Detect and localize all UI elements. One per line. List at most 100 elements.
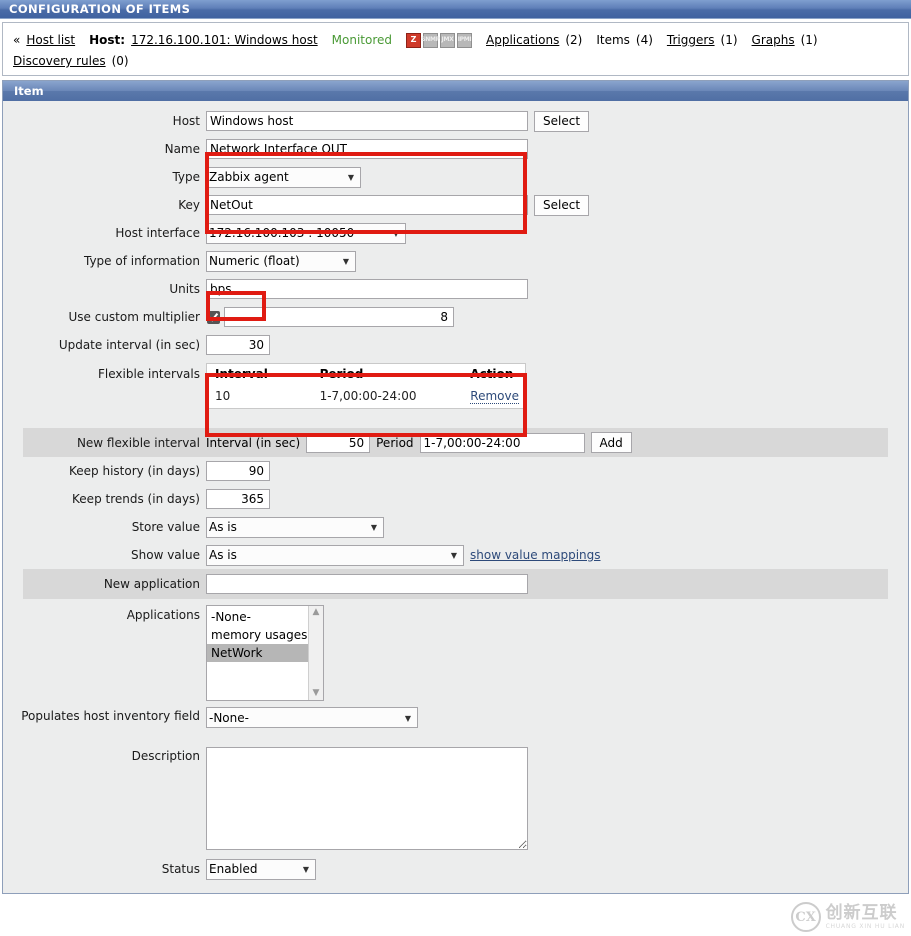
new-flexible-interval-field-label: New flexible interval [23, 436, 206, 450]
triggers-link[interactable]: Triggers [667, 33, 715, 47]
column-header-action: Action [462, 364, 525, 386]
form-row-status: Status Enabled ▼ [3, 855, 908, 883]
form-row-new-flexible-interval: New flexible interval Interval (in sec) … [23, 428, 888, 457]
form-row-flexible-intervals: Flexible intervals Interval Period Actio… [3, 359, 908, 423]
key-field-label: Key [3, 198, 206, 212]
description-textarea[interactable] [206, 747, 528, 850]
update-interval-field-controls [206, 335, 908, 355]
keep-trends-field-controls [206, 489, 908, 509]
type-of-information-select[interactable]: Numeric (float) [206, 251, 356, 272]
flexible-intervals-table: Interval Period Action 10 1-7,00:00-24:0… [206, 363, 526, 409]
cell-action: Remove [462, 385, 525, 409]
remove-interval-link[interactable]: Remove [470, 389, 519, 404]
host-interface-select[interactable]: 172.16.100.103 : 10050 [206, 223, 406, 244]
units-field-label: Units [3, 282, 206, 296]
show-value-mappings-link[interactable]: show value mappings [470, 548, 601, 562]
type-of-information-field-label: Type of information [3, 254, 206, 268]
triggers-count: (1) [721, 33, 738, 47]
discovery-rules-link[interactable]: Discovery rules [13, 54, 106, 68]
form-row-host-interface: Host interface 172.16.100.103 : 10050 ▼ [3, 219, 908, 247]
keep-history-field-label: Keep history (in days) [3, 464, 206, 478]
form-row-store-value: Store value As is ▼ [3, 513, 908, 541]
new-period-sublabel: Period [376, 436, 413, 450]
description-field-label: Description [3, 747, 206, 763]
snmp-availability-icon[interactable]: SNMP [423, 33, 438, 48]
form-row-description: Description [3, 743, 908, 855]
applications-scrollbar[interactable]: ▲ ▼ [308, 606, 323, 700]
page-title-bar: CONFIGURATION OF ITEMS [0, 0, 911, 19]
status-select[interactable]: Enabled [206, 859, 316, 880]
form-row-populates-host-inventory: Populates host inventory field -None- ▼ [3, 703, 908, 743]
jmx-availability-icon[interactable]: JMX [440, 33, 455, 48]
description-field-controls [206, 747, 908, 850]
populates-host-inventory-select-wrapper: -None- ▼ [206, 707, 418, 728]
watermark: CX 创新互联 CHUANG XIN HU LIAN [791, 902, 905, 932]
populates-host-inventory-field-label: Populates host inventory field [3, 705, 206, 724]
keep-history-input[interactable] [206, 461, 270, 481]
applications-option-list: -None- memory usages NetWork [207, 606, 323, 662]
populates-host-inventory-field-controls: -None- ▼ [206, 705, 908, 728]
form-row-key: Key Select [3, 191, 908, 219]
form-row-host: Host Select [3, 107, 908, 135]
back-chevron-icon: « [13, 33, 20, 47]
select-key-button[interactable]: Select [534, 195, 589, 216]
keep-trends-input[interactable] [206, 489, 270, 509]
name-input[interactable] [206, 139, 528, 159]
type-field-label: Type [3, 170, 206, 184]
status-field-label: Status [3, 862, 206, 876]
key-input[interactable] [206, 195, 528, 215]
new-period-input[interactable] [420, 433, 585, 453]
custom-multiplier-input[interactable] [224, 307, 454, 327]
host-nav-panel: « Host list Host: 172.16.100.101: Window… [2, 22, 909, 76]
scroll-down-icon[interactable]: ▼ [313, 689, 320, 698]
new-application-input[interactable] [206, 574, 528, 594]
show-value-select[interactable]: As is [206, 545, 464, 566]
list-item[interactable]: NetWork [207, 644, 323, 662]
zabbix-agent-availability-icon[interactable]: Z [406, 33, 421, 48]
watermark-chinese: 创新互联 [826, 905, 905, 922]
new-application-field-label: New application [23, 577, 206, 591]
status-field-controls: Enabled ▼ [206, 859, 908, 880]
host-input[interactable] [206, 111, 528, 131]
update-interval-input[interactable] [206, 335, 270, 355]
form-row-type: Type Zabbix agent ▼ [3, 163, 908, 191]
ipmi-availability-icon[interactable]: IPMI [457, 33, 472, 48]
graphs-link[interactable]: Graphs [752, 33, 795, 47]
select-host-button[interactable]: Select [534, 111, 589, 132]
flexible-intervals-tbody: 10 1-7,00:00-24:00 Remove [207, 385, 526, 409]
add-interval-button[interactable]: Add [591, 432, 632, 453]
type-of-information-field-controls: Numeric (float) ▼ [206, 251, 908, 272]
use-custom-multiplier-field-label: Use custom multiplier [3, 310, 206, 324]
host-label: Host: [89, 33, 125, 47]
scroll-up-icon[interactable]: ▲ [313, 608, 320, 617]
show-value-field-controls: As is ▼ show value mappings [206, 545, 908, 566]
new-interval-input[interactable] [306, 433, 370, 453]
keep-history-field-controls [206, 461, 908, 481]
applications-count: (2) [565, 33, 582, 47]
form-row-update-interval: Update interval (in sec) [3, 331, 908, 359]
update-interval-field-label: Update interval (in sec) [3, 338, 206, 352]
use-custom-multiplier-checkbox[interactable] [207, 311, 220, 324]
applications-link[interactable]: Applications [486, 33, 559, 47]
flexible-intervals-field-controls: Interval Period Action 10 1-7,00:00-24:0… [206, 363, 908, 409]
store-value-select[interactable]: As is [206, 517, 384, 538]
units-input[interactable] [206, 279, 528, 299]
host-link[interactable]: 172.16.100.101: Windows host [131, 33, 318, 47]
cell-interval: 10 [207, 385, 312, 409]
items-count: (4) [636, 33, 653, 47]
list-item[interactable]: -None- [207, 608, 323, 626]
host-field-label: Host [3, 114, 206, 128]
host-list-link[interactable]: Host list [26, 33, 75, 47]
list-item[interactable]: memory usages [207, 626, 323, 644]
populates-host-inventory-select[interactable]: -None- [206, 707, 418, 728]
store-value-select-wrapper: As is ▼ [206, 517, 384, 538]
item-form: Host Select Name Type Zabbix agent [3, 101, 908, 893]
type-select[interactable]: Zabbix agent [206, 167, 361, 188]
applications-listbox[interactable]: -None- memory usages NetWork ▲ ▼ [206, 605, 324, 701]
form-row-new-application: New application [23, 569, 888, 599]
item-section: Item Host Select Name Type Zabb [2, 80, 909, 894]
name-field-label: Name [3, 142, 206, 156]
form-row-show-value: Show value As is ▼ show value mappings [3, 541, 908, 569]
host-interface-field-label: Host interface [3, 226, 206, 240]
new-flexible-interval-field-controls: Interval (in sec) Period Add [206, 432, 888, 453]
